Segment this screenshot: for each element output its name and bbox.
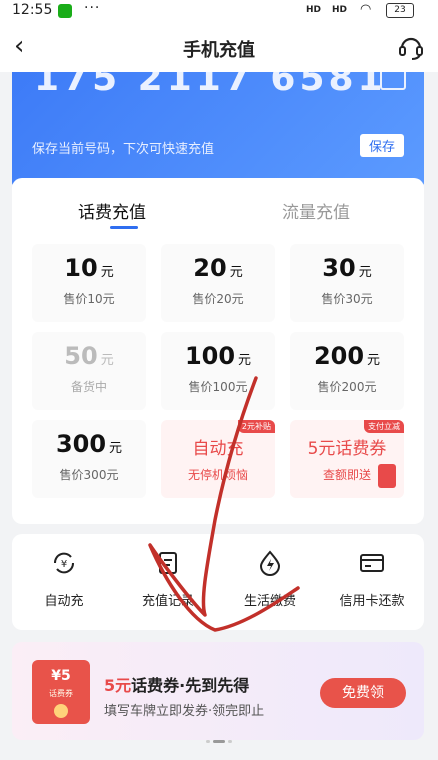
amount-value: 30 元 bbox=[322, 254, 372, 282]
amount-value: 200 元 bbox=[313, 342, 381, 370]
amount-value: 300 元 bbox=[55, 430, 123, 458]
amount-price: 售价100元 bbox=[188, 380, 248, 394]
nav-bar: ‹ 手机充值 bbox=[0, 22, 438, 72]
amount-price: 售价200元 bbox=[317, 380, 377, 394]
coin-icon bbox=[54, 704, 68, 718]
amount-option-50: 50 元 备货中 bbox=[32, 332, 146, 410]
amount-price: 售价20元 bbox=[192, 292, 244, 306]
recharge-tabs: 话费充值 流量充值 bbox=[12, 178, 424, 230]
credit-card-icon bbox=[360, 554, 384, 572]
amount-value: 20 元 bbox=[193, 254, 243, 282]
amount-option-300[interactable]: 300 元 售价300元 bbox=[32, 420, 146, 498]
promo-subtitle: 无停机烦恼 bbox=[187, 468, 248, 482]
banner-subtitle: 填写车牌立即发券·领完即止 bbox=[104, 704, 265, 719]
amount-value: 100 元 bbox=[184, 342, 252, 370]
customer-service-icon[interactable] bbox=[396, 32, 426, 62]
page-title: 手机充值 bbox=[183, 40, 255, 61]
promo-title: 5元话费券 bbox=[307, 439, 387, 459]
service-utility-payment[interactable]: 生活缴费 bbox=[222, 550, 318, 609]
amount-value: 50 元 bbox=[64, 342, 114, 370]
promo-title: 自动充 bbox=[192, 439, 244, 459]
amount-option-30[interactable]: 30 元 售价30元 bbox=[290, 244, 404, 322]
contacts-icon[interactable] bbox=[380, 72, 406, 90]
service-grid: ¥ 自动充 充值记录 生活缴费 信用卡还款 bbox=[12, 534, 424, 630]
coupon-banner[interactable]: ¥5 话费券 5元话费券·先到先得 填写车牌立即发券·领完即止 免费领 bbox=[12, 642, 424, 743]
amount-option-10[interactable]: 10 元 售价10元 bbox=[32, 244, 146, 322]
service-credit-card[interactable]: 信用卡还款 bbox=[324, 550, 420, 609]
amount-option-20[interactable]: 20 元 售价20元 bbox=[161, 244, 275, 322]
service-auto-recharge[interactable]: ¥ 自动充 bbox=[16, 550, 112, 609]
status-more-dots: ··· bbox=[84, 0, 101, 16]
claim-free-button[interactable]: 免费领 bbox=[320, 678, 406, 708]
wifi-icon: ◠ bbox=[360, 2, 372, 17]
record-icon bbox=[159, 552, 177, 574]
service-label: 自动充 bbox=[44, 594, 84, 609]
signal-icon-2: HD bbox=[332, 5, 348, 15]
save-button[interactable]: 保存 bbox=[359, 134, 404, 157]
account-card: 175 2117 6581 保存当前号码，下次可快速充值 保存 bbox=[12, 72, 424, 190]
amount-option-200[interactable]: 200 元 售价200元 bbox=[290, 332, 404, 410]
service-recharge-record[interactable]: 充值记录 bbox=[120, 550, 216, 609]
service-label: 生活缴费 bbox=[243, 594, 296, 609]
amount-option-100[interactable]: 100 元 售价100元 bbox=[161, 332, 275, 410]
wechat-icon bbox=[58, 4, 72, 18]
amount-price: 售价300元 bbox=[59, 468, 119, 482]
amount-value: 10 元 bbox=[64, 254, 114, 282]
status-bar: 12:55 ··· HD HD ◠ 23 bbox=[0, 0, 438, 22]
amount-price: 售价10元 bbox=[63, 292, 115, 306]
auto-recharge-promo[interactable]: 2元补贴 自动充 无停机烦恼 bbox=[161, 420, 275, 498]
amount-price: 售价30元 bbox=[321, 292, 373, 306]
amount-price: 备货中 bbox=[70, 380, 107, 394]
tab-indicator bbox=[110, 226, 138, 229]
phone-number[interactable]: 175 2117 6581 bbox=[34, 72, 387, 99]
recharge-card: 话费充值 流量充值 10 元 售价10元 20 元 售价20元 30 元 售价30元 … bbox=[12, 178, 424, 524]
tab-phone-credit[interactable]: 话费充值 bbox=[78, 198, 146, 223]
status-time: 12:55 bbox=[12, 2, 53, 18]
tab-data-plan[interactable]: 流量充值 bbox=[282, 198, 350, 223]
red-envelope-icon bbox=[378, 464, 396, 488]
svg-text:¥: ¥ bbox=[61, 559, 67, 570]
lightning-icon bbox=[259, 550, 281, 576]
coupon-promo[interactable]: 支付立减 5元话费券 查额即送 bbox=[290, 420, 404, 498]
carousel-dots bbox=[206, 728, 235, 747]
promo-tag: 支付立减 bbox=[364, 420, 404, 433]
signal-icon-1: HD bbox=[306, 5, 322, 15]
battery-indicator: 23 bbox=[386, 3, 414, 18]
banner-title: 5元话费券·先到先得 bbox=[104, 676, 250, 695]
service-label: 信用卡还款 bbox=[339, 594, 405, 609]
yen-cycle-icon: ¥ bbox=[53, 552, 75, 574]
service-label: 充值记录 bbox=[141, 594, 194, 609]
save-tip: 保存当前号码，下次可快速充值 bbox=[32, 142, 215, 157]
promo-tag: 2元补贴 bbox=[237, 420, 275, 433]
coupon-ticket-icon: ¥5 话费券 bbox=[32, 660, 90, 724]
